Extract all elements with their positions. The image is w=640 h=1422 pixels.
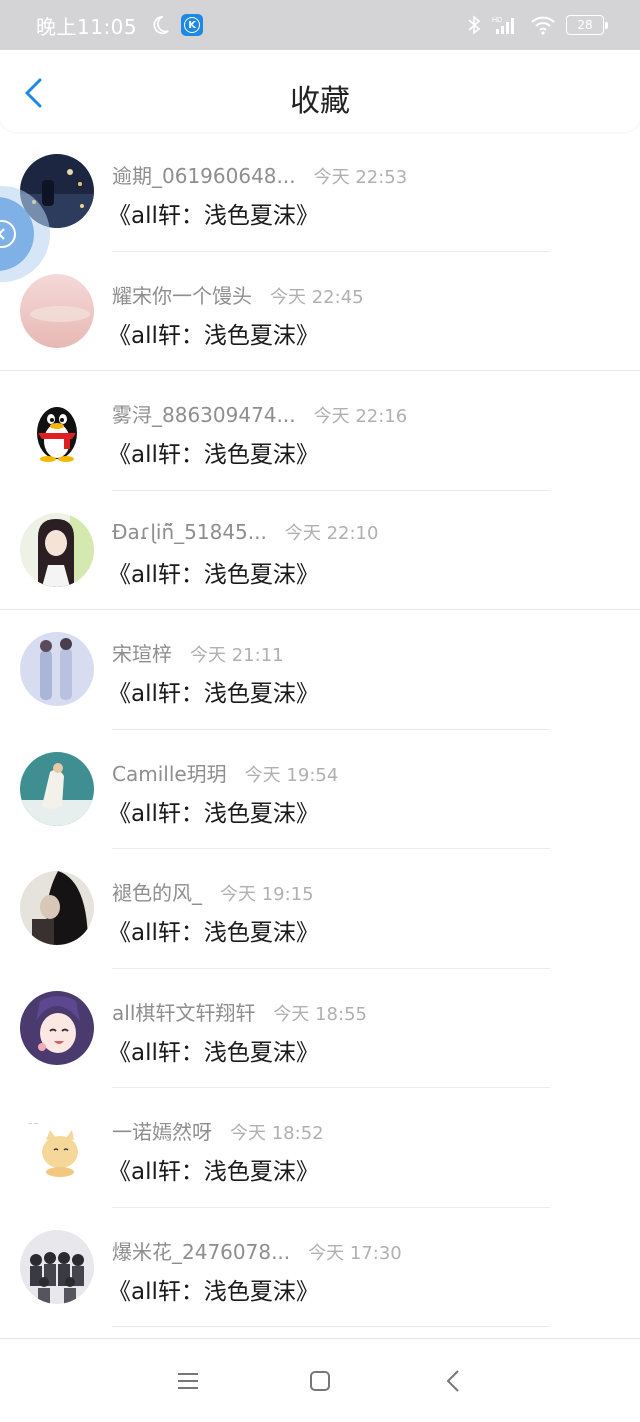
user-name: 褪色的风_	[112, 881, 202, 905]
timestamp: 今天 18:55	[273, 1003, 367, 1025]
list-item[interactable]: ~ ~ 一诺嫣然呀 今天 18:52 《all轩：浅色夏沫》	[0, 1088, 640, 1208]
page-title: 收藏	[290, 84, 350, 119]
timestamp: 今天 22:10	[284, 522, 379, 544]
battery-level: 28	[577, 18, 593, 32]
avatar	[20, 512, 94, 587]
user-name: Ɖaɾɭiñ̃_51845...	[112, 519, 267, 544]
timestamp: 今天 22:45	[270, 286, 364, 308]
timestamp: 今天 19:15	[220, 884, 314, 905]
timestamp: 今天 17:30	[308, 1242, 402, 1264]
story-title: 《all轩：浅色夏沫》	[108, 322, 319, 349]
system-navigation-bar	[0, 1338, 640, 1422]
item-meta: 宋瑄梓 今天 21:11	[112, 638, 284, 667]
user-name: 一诺嫣然呀	[112, 1120, 212, 1144]
story-title: 《all轩：浅色夏沫》	[108, 681, 319, 707]
list-item[interactable]: 褪色的风_ 今天 19:15 《all轩：浅色夏沫》	[0, 849, 640, 969]
favorites-list: 逾期_061960648... 今天 22:53 《all轩：浅色夏沫》 耀宋你…	[0, 132, 640, 1327]
list-item[interactable]: 耀宋你一个馒头 今天 22:45 《all轩：浅色夏沫》	[0, 252, 640, 372]
collapse-arrow-icon	[0, 220, 16, 248]
item-meta: 褪色的风_ 今天 19:15	[112, 877, 314, 906]
battery-icon: 28	[566, 15, 608, 35]
avatar	[20, 751, 94, 826]
avatar	[20, 990, 94, 1065]
avatar	[20, 273, 94, 348]
avatar	[20, 1229, 94, 1304]
menu-icon[interactable]	[174, 1367, 202, 1395]
story-title: 《all轩：浅色夏沫》	[108, 800, 319, 827]
back-triangle-icon[interactable]	[440, 1367, 468, 1395]
item-meta: 逾期_061960648... 今天 22:53	[112, 160, 407, 189]
item-meta: all棋轩文轩翔轩 今天 18:55	[112, 997, 367, 1026]
svg-text:HD: HD	[492, 17, 502, 24]
app-k-icon: K	[181, 14, 204, 36]
story-title: 《all轩：浅色夏沫》	[108, 1278, 319, 1305]
user-name: Camille玥玥	[112, 761, 227, 786]
item-meta: Ɖaɾɭiñ̃_51845... 今天 22:10	[112, 519, 378, 545]
item-meta: Camille玥玥 今天 19:54	[112, 758, 338, 787]
cat-avatar: ~ ~	[20, 1110, 94, 1184]
home-square-icon[interactable]	[306, 1367, 334, 1395]
header: 收藏	[0, 50, 640, 132]
wifi-icon	[531, 16, 555, 35]
list-item[interactable]: 爆米花_2476078... 今天 17:30 《all轩：浅色夏沫》	[0, 1208, 640, 1328]
list-item[interactable]: Ɖaɾɭiñ̃_51845... 今天 22:10 《all轩：浅色夏沫》	[0, 491, 640, 611]
story-title: 《all轩：浅色夏沫》	[108, 920, 319, 946]
user-name: 耀宋你一个馒头	[112, 283, 252, 308]
story-title: 《all轩：浅色夏沫》	[108, 561, 319, 588]
list-item[interactable]: 雾浔_886309474... 今天 22:16 《all轩：浅色夏沫》	[0, 371, 640, 491]
story-title: 《all轩：浅色夏沫》	[108, 1159, 319, 1185]
bluetooth-icon	[468, 15, 481, 35]
timestamp: 今天 18:52	[230, 1123, 324, 1144]
user-name: 宋瑄梓	[112, 642, 172, 666]
item-meta: 耀宋你一个馒头 今天 22:45	[112, 280, 364, 309]
moon-icon	[153, 15, 169, 35]
timestamp: 今天 21:11	[190, 645, 284, 666]
timestamp: 今天 22:53	[313, 167, 408, 188]
list-item[interactable]: all棋轩文轩翔轩 今天 18:55 《all轩：浅色夏沫》	[0, 969, 640, 1089]
hd-signal-icon: HD	[492, 17, 514, 34]
list-item[interactable]: Camille玥玥 今天 19:54 《all轩：浅色夏沫》	[0, 730, 640, 850]
user-name: all棋轩文轩翔轩	[112, 1000, 256, 1025]
status-bar: 晚上11:05 K HD 28	[0, 0, 640, 50]
svg-text:~ ~: ~ ~	[28, 1121, 38, 1128]
user-name: 逾期_061960648...	[112, 164, 296, 188]
avatar	[20, 871, 94, 945]
list-item[interactable]: 逾期_061960648... 今天 22:53 《all轩：浅色夏沫》	[0, 132, 640, 252]
status-time: 晚上11:05	[36, 14, 138, 39]
timestamp: 今天 19:54	[244, 764, 339, 786]
story-title: 《all轩：浅色夏沫》	[108, 442, 319, 468]
story-title: 《all轩：浅色夏沫》	[108, 1039, 319, 1066]
timestamp: 今天 22:16	[313, 406, 408, 427]
story-title: 《all轩：浅色夏沫》	[108, 203, 319, 229]
item-meta: 雾浔_886309474... 今天 22:16	[112, 399, 407, 428]
item-meta: 一诺嫣然呀 今天 18:52	[112, 1116, 324, 1145]
item-meta: 爆米花_2476078... 今天 17:30	[112, 1236, 402, 1265]
penguin-avatar	[20, 393, 94, 467]
user-name: 雾浔_886309474...	[112, 403, 296, 427]
status-icons: HD 28	[466, 14, 608, 36]
user-name: 爆米花_2476078...	[112, 1239, 291, 1264]
list-item[interactable]: 宋瑄梓 今天 21:11 《all轩：浅色夏沫》	[0, 610, 640, 730]
avatar	[20, 632, 94, 706]
